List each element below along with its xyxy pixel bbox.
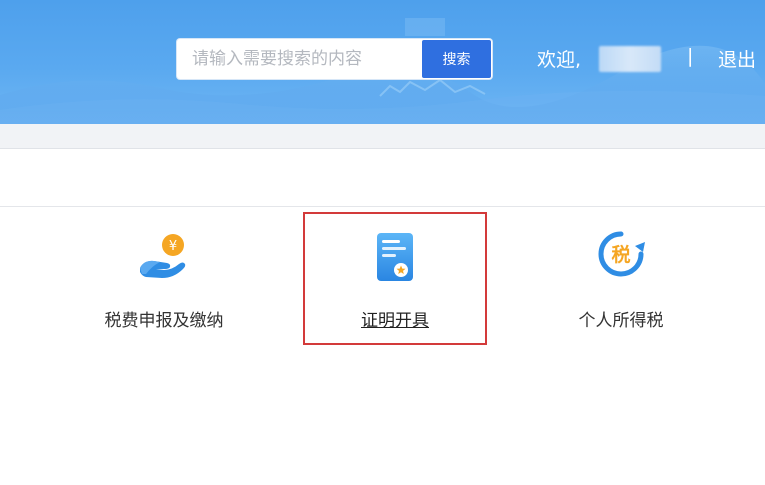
header-banner: 搜索 欢迎, | 退出 [0, 0, 765, 124]
service-label: 个人所得税 [578, 311, 664, 331]
username-redacted [599, 46, 661, 72]
search-button[interactable]: 搜索 [422, 40, 491, 78]
hand-coin-icon: ¥ [134, 228, 194, 288]
svg-text:¥: ¥ [169, 239, 177, 254]
content-header-area [0, 149, 765, 207]
header-separator: | [687, 45, 694, 67]
nav-strip [0, 124, 765, 149]
service-tile-certificate[interactable]: 证明开具 [303, 212, 487, 345]
service-label: 证明开具 [361, 311, 429, 331]
certificate-icon [365, 230, 425, 290]
logout-link[interactable]: 退出 [718, 45, 756, 72]
tax-refresh-icon: 税 [591, 228, 651, 288]
service-label: 税费申报及缴纳 [104, 311, 224, 331]
search-box: 搜索 [177, 39, 492, 79]
welcome-text: 欢迎, [537, 49, 582, 71]
search-input[interactable] [177, 39, 422, 79]
service-tile-tax-filing[interactable]: ¥ 税费申报及缴纳 [72, 212, 256, 345]
service-tile-individual-income-tax[interactable]: 税 个人所得税 [529, 212, 713, 345]
svg-text:税: 税 [611, 243, 630, 266]
